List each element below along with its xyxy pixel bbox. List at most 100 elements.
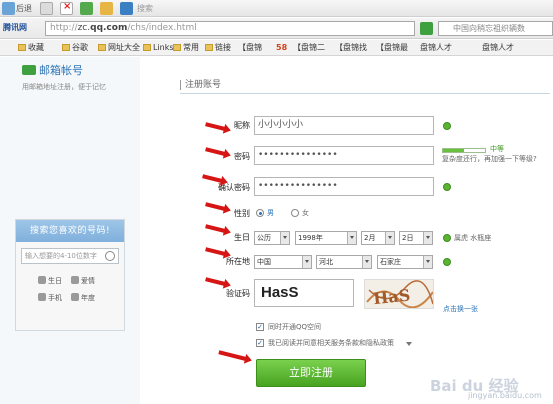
arrow-annotation (205, 277, 226, 286)
terms-link[interactable]: 我已阅读并同意相关服务条款和隐私政策 (268, 339, 394, 348)
url-host: zc. (77, 23, 91, 33)
browser-toolbar: 后退 × 搜索 (0, 0, 553, 17)
registration-form: 注册账号 昵称 小小小小小 密码 ••••••••••••••• 中等 复杂度还… (160, 57, 553, 404)
mail-icon (22, 65, 36, 75)
bookmark-pj3[interactable]: 【盘锦找 (335, 42, 367, 54)
password-input[interactable]: ••••••••••••••• (254, 146, 434, 165)
refresh-captcha-link[interactable]: 点击换一张 (443, 305, 478, 314)
qzone-checkbox[interactable]: ✓ (256, 323, 264, 331)
arrow-annotation (218, 350, 247, 361)
captcha-input[interactable]: HasS (254, 279, 354, 307)
check-icon (443, 122, 451, 130)
chevron-down-icon (362, 256, 371, 268)
mail-account-title[interactable]: 邮箱帐号 (22, 62, 83, 78)
gender-male-radio[interactable] (256, 209, 264, 217)
strength-meter (442, 148, 486, 153)
chevron-down-icon (280, 232, 289, 244)
folder-icon (98, 44, 106, 51)
bookmark-pj1[interactable]: 【盘锦 (238, 42, 262, 54)
city-select[interactable]: 石家庄 (377, 255, 433, 269)
folder-icon (62, 44, 70, 51)
folder-icon (173, 44, 181, 51)
chevron-down-icon (423, 232, 432, 244)
bookmark-qq[interactable]: 腾讯网 (3, 22, 27, 34)
bookmark-hao[interactable]: 网址大全 (98, 42, 140, 54)
bookmark-common[interactable]: 常用 (173, 42, 199, 54)
register-button[interactable]: 立即注册 (256, 359, 366, 387)
terms-checkbox[interactable]: ✓ (256, 339, 264, 347)
star-icon (18, 44, 26, 51)
gender-female-radio[interactable] (291, 209, 299, 217)
url-input[interactable]: http://zc.qq.com/chs/index.html (45, 21, 415, 36)
captcha-noise: HaS (366, 280, 433, 308)
province-select[interactable]: 河北 (316, 255, 372, 269)
check-icon (443, 258, 451, 266)
calendar-icon (71, 293, 79, 301)
phone-icon (38, 293, 46, 301)
bookmark-google[interactable]: 谷歌 (62, 42, 88, 54)
left-sidebar: 邮箱帐号 用邮箱地址注册，便于记忆 搜索您喜欢的号码! 输入想要的4-10位数字… (0, 57, 140, 404)
undo-icon[interactable] (120, 2, 133, 15)
month-select[interactable]: 2月 (361, 231, 395, 245)
captcha-image[interactable]: HaS (364, 279, 434, 309)
home-icon[interactable] (100, 2, 113, 15)
number-search-input[interactable]: 输入想要的4-10位数字 (21, 248, 119, 264)
strength-hint: 复杂度还行，再加强一下等级? (442, 155, 537, 163)
search-input[interactable]: 中国向稍忘祖织辆数 (438, 21, 553, 36)
url-domain: qq.com (90, 23, 128, 33)
chevron-down-icon[interactable] (406, 342, 412, 346)
option-love[interactable]: 爱情 (71, 276, 95, 286)
option-phone[interactable]: 手机 (38, 293, 62, 303)
back-arrow-icon[interactable] (2, 2, 15, 15)
bookmark-favorites[interactable]: 收藏 (18, 42, 44, 54)
refresh-icon[interactable] (80, 2, 93, 15)
option-birthday[interactable]: 生日 (38, 276, 62, 286)
gender-male-label[interactable]: 男 (267, 209, 274, 218)
chevron-down-icon (385, 232, 394, 244)
gender-female-label[interactable]: 女 (302, 209, 309, 218)
bookmark-pj5[interactable]: 盘锦人才 (420, 42, 452, 54)
bookmark-pj2[interactable]: 【盘锦二 (293, 42, 325, 54)
strength-meter-fill (443, 149, 464, 152)
chevron-down-icon (423, 256, 432, 268)
captcha-text: HaS (372, 285, 411, 308)
forward-icon[interactable] (40, 2, 53, 15)
folder-icon (205, 44, 213, 51)
bookmark-links[interactable]: Links (143, 42, 174, 54)
bookmark-pj4[interactable]: 【盘锦最 (376, 42, 408, 54)
country-select[interactable]: 中国 (254, 255, 312, 269)
chevron-down-icon (347, 232, 356, 244)
day-select[interactable]: 2日 (399, 231, 433, 245)
folder-icon (143, 44, 151, 51)
cake-icon (38, 276, 46, 284)
section-title: 注册账号 (180, 80, 221, 90)
year-select[interactable]: 1998年 (295, 231, 357, 245)
confirm-password-input[interactable]: ••••••••••••••• (254, 177, 434, 196)
bookmarks-bar: 收藏 谷歌 网址大全 Links 常用 链接 【盘锦 58 【盘锦二 【盘锦找 … (0, 40, 553, 56)
go-icon[interactable] (420, 22, 433, 35)
bookmark-link[interactable]: 链接 (205, 42, 231, 54)
number-search-title: 搜索您喜欢的号码! (16, 220, 124, 242)
calendar-select[interactable]: 公历 (254, 231, 290, 245)
chevron-down-icon (302, 256, 311, 268)
nickname-input[interactable]: 小小小小小 (254, 116, 434, 135)
back-button[interactable]: 后退 (16, 2, 32, 15)
stop-icon[interactable]: × (60, 1, 73, 15)
history-button[interactable]: 搜索 (137, 2, 153, 15)
bookmark-58[interactable]: 58 (276, 42, 287, 54)
check-icon (443, 183, 451, 191)
registration-page: 邮箱帐号 用邮箱地址注册，便于记忆 搜索您喜欢的号码! 输入想要的4-10位数字… (0, 57, 553, 404)
option-year[interactable]: 年度 (71, 293, 95, 303)
strength-label: 中等 (490, 145, 504, 153)
section-divider (180, 93, 550, 94)
qzone-label: 同时开通QQ空间 (268, 323, 322, 331)
zodiac-text: 属虎 水瓶座 (454, 234, 492, 242)
check-icon (443, 234, 451, 242)
mail-account-subtitle: 用邮箱地址注册，便于记忆 (22, 83, 106, 91)
bookmark-pj6[interactable]: 盘锦人才 (482, 42, 514, 54)
url-path: /chs/index.html (127, 23, 197, 33)
search-icon[interactable] (105, 251, 115, 261)
number-search-panel: 搜索您喜欢的号码! 输入想要的4-10位数字 生日 爱情 手机 年度 (15, 219, 125, 331)
heart-icon (71, 276, 79, 284)
address-bar: 腾讯网 http://zc.qq.com/chs/index.html 中国向稍… (0, 18, 553, 39)
